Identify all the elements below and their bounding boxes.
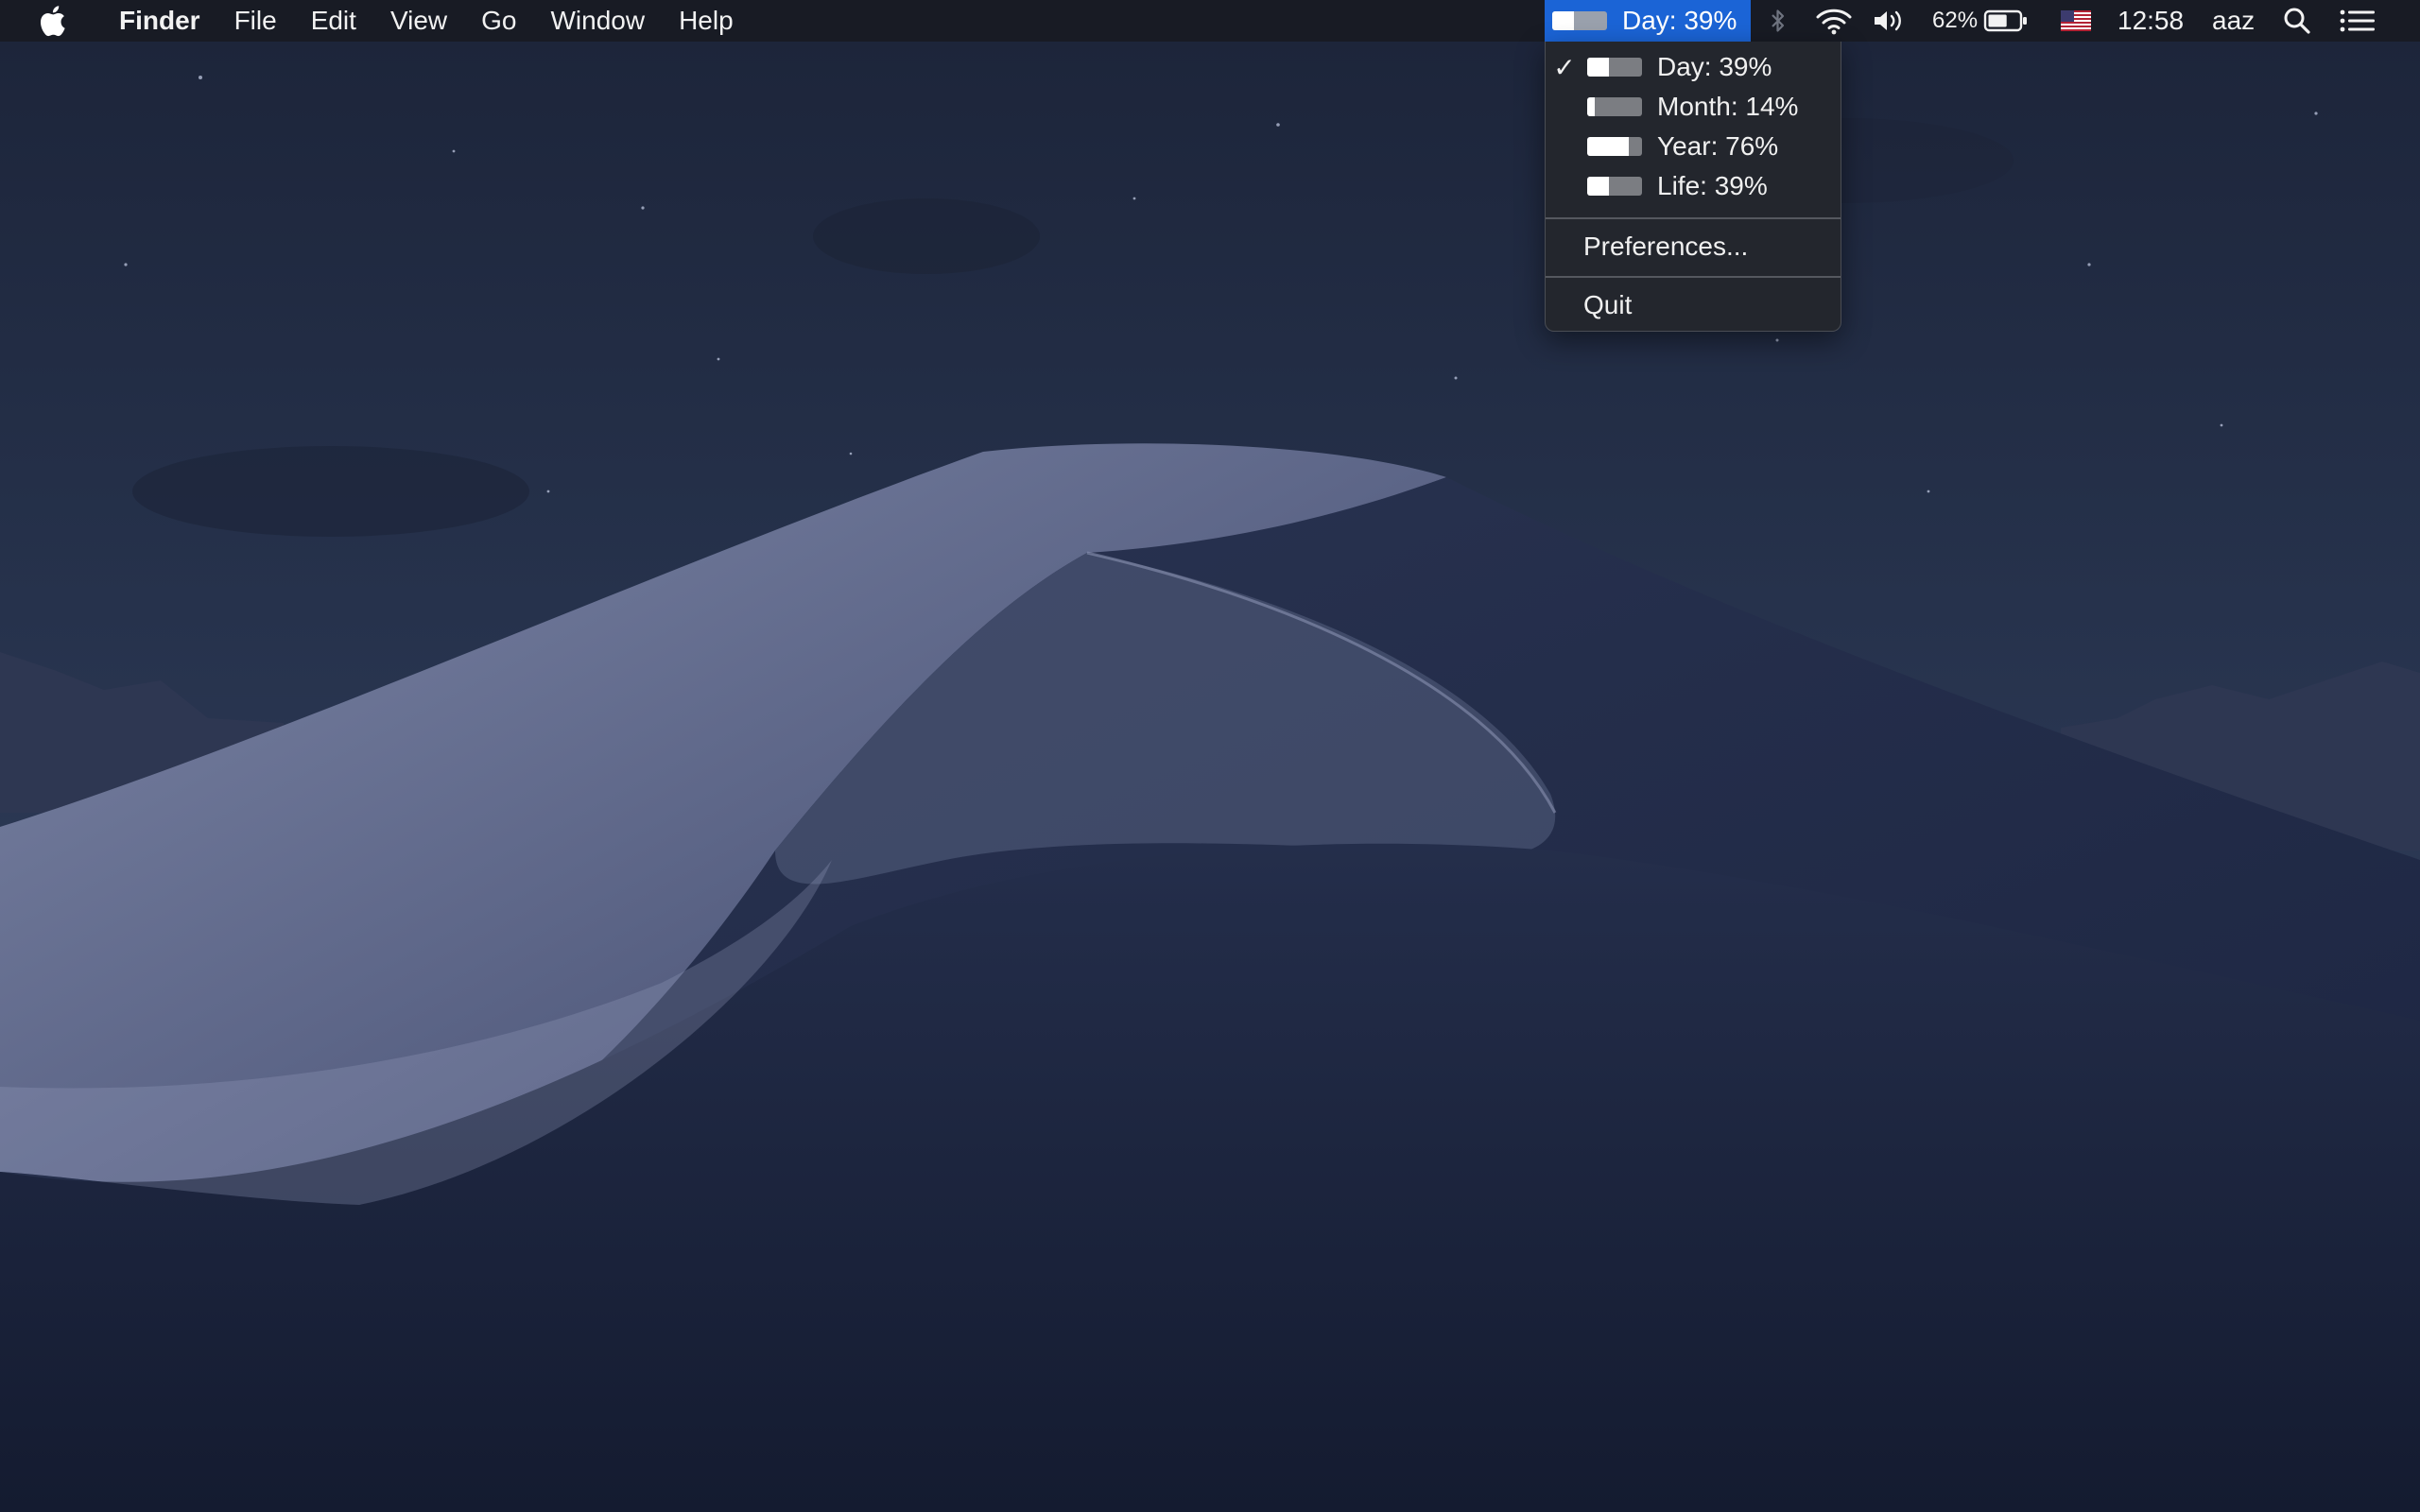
menu-item-year[interactable]: Year: 76%: [1546, 127, 1841, 166]
battery-percent: 62%: [1932, 8, 1979, 33]
battery-status[interactable]: 62%: [1932, 0, 2029, 42]
us-flag-icon: [2061, 10, 2091, 31]
checkmark-icon: ✓: [1553, 52, 1576, 82]
menu-edit[interactable]: Edit: [294, 0, 373, 42]
clock-time: 12:58: [2118, 6, 2185, 35]
life-progress-bar: [1587, 177, 1642, 196]
menu-item-day[interactable]: ✓ Day: 39%: [1546, 47, 1841, 87]
progress-status-item[interactable]: Day: 39%: [1545, 0, 1751, 42]
volume-status[interactable]: [1872, 0, 1908, 42]
year-progress-bar: [1587, 137, 1642, 156]
progress-dropdown-menu: ✓ Day: 39% Month: 14% Year: 76% Life: 39…: [1545, 42, 1841, 332]
apple-menu-icon[interactable]: [38, 5, 66, 37]
status-progress-bar-fill: [1552, 11, 1574, 30]
user-name: aaz: [2212, 6, 2256, 35]
notification-center-icon: [2340, 9, 2375, 32]
menu-separator: [1546, 217, 1841, 219]
menu-go[interactable]: Go: [464, 0, 533, 42]
month-progress-bar: [1587, 97, 1642, 116]
menu-help[interactable]: Help: [662, 0, 751, 42]
bluetooth-icon: [1772, 9, 1785, 32]
menu-item-life-label: Life: 39%: [1657, 171, 1768, 200]
menu-file[interactable]: File: [217, 0, 294, 42]
battery-icon: [1983, 9, 2028, 32]
quit-label: Quit: [1583, 290, 1633, 319]
user-menu[interactable]: aaz: [2212, 0, 2255, 42]
quit-menu-item[interactable]: Quit: [1546, 285, 1841, 325]
input-source-status[interactable]: [2061, 0, 2091, 42]
notification-center-button[interactable]: [2339, 0, 2377, 42]
battery-level-fill: [1988, 14, 2007, 27]
status-progress-label: Day: 39%: [1622, 6, 1737, 35]
menu-view[interactable]: View: [373, 0, 464, 42]
day-progress-bar-fill: [1587, 58, 1609, 77]
menu-bar: Finder File Edit View Go Window Help Day…: [0, 0, 2420, 42]
menu-item-life[interactable]: Life: 39%: [1546, 166, 1841, 206]
status-progress-bar: [1552, 11, 1607, 30]
preferences-menu-item[interactable]: Preferences...: [1546, 227, 1841, 266]
menu-app-name[interactable]: Finder: [102, 0, 217, 42]
desktop: Finder File Edit View Go Window Help Day…: [0, 0, 2420, 1512]
menu-item-year-label: Year: 76%: [1657, 131, 1779, 161]
menu-item-month[interactable]: Month: 14%: [1546, 87, 1841, 127]
day-progress-bar: [1587, 58, 1642, 77]
menu-bar-left: Finder File Edit View Go Window Help: [0, 0, 751, 42]
volume-icon: [1875, 10, 1901, 31]
menu-separator: [1546, 276, 1841, 278]
spotlight-button[interactable]: [2282, 0, 2312, 42]
month-progress-bar-fill: [1587, 97, 1596, 116]
wifi-status[interactable]: [1815, 0, 1853, 42]
wifi-icon: [1816, 9, 1852, 35]
desktop-wallpaper: [0, 0, 2420, 1512]
bluetooth-status[interactable]: [1770, 0, 1787, 42]
preferences-label: Preferences...: [1583, 232, 1749, 261]
life-progress-bar-fill: [1587, 177, 1609, 196]
year-progress-bar-fill: [1587, 137, 1630, 156]
clock[interactable]: 12:58: [2118, 0, 2184, 42]
menu-window[interactable]: Window: [533, 0, 662, 42]
menu-item-day-label: Day: 39%: [1657, 52, 1772, 81]
menu-item-month-label: Month: 14%: [1657, 92, 1799, 121]
spotlight-search-icon: [2284, 8, 2310, 34]
